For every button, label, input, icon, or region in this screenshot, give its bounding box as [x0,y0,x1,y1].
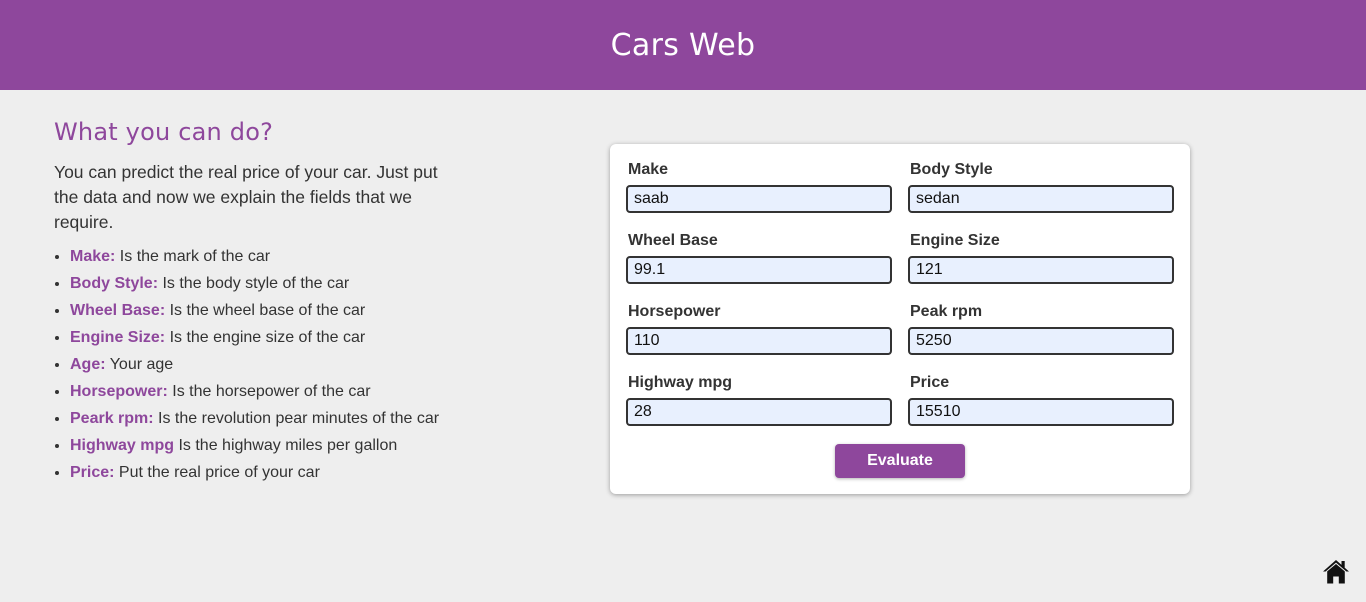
item-desc: Is the highway miles per gallon [174,437,398,454]
engine-size-field-group: Engine Size [908,231,1174,284]
item-term: Engine Size: [70,329,166,346]
highway-mpg-field-group: Highway mpg [626,373,892,426]
field-description-list: Make: Is the mark of the car Body Style:… [54,247,440,482]
item-term: Wheel Base: [70,302,166,319]
peak-rpm-field-group: Peak rpm [908,302,1174,355]
body-style-field-group: Body Style [908,160,1174,213]
list-item: Horsepower: Is the horsepower of the car [70,382,440,401]
info-intro: You can predict the real price of your c… [54,162,438,232]
item-term: Highway mpg [70,437,175,454]
list-item: Highway mpg Is the highway miles per gal… [70,436,440,455]
wheel-base-input[interactable] [626,256,892,284]
list-item: Price: Put the real price of your car [70,463,440,482]
make-label: Make [628,161,669,178]
wheel-base-field-group: Wheel Base [626,231,892,284]
peak-rpm-input[interactable] [908,327,1174,355]
list-item: Body Style: Is the body style of the car [70,274,440,293]
highway-mpg-label: Highway mpg [628,374,733,391]
page-title: Cars Web [610,27,756,63]
body-style-label: Body Style [910,161,993,178]
item-desc: Is the mark of the car [115,248,271,265]
home-icon[interactable] [1321,556,1351,586]
horsepower-label: Horsepower [628,303,721,320]
engine-size-label: Engine Size [910,232,1000,249]
item-term: Body Style: [70,275,159,292]
item-desc: Is the body style of the car [158,275,350,292]
highway-mpg-input[interactable] [626,398,892,426]
wheel-base-label: Wheel Base [628,232,718,249]
evaluate-button[interactable]: Evaluate [835,444,965,478]
item-term: Price: [70,464,115,481]
list-item: Engine Size: Is the engine size of the c… [70,328,440,347]
app-header: Cars Web [0,0,1366,90]
list-item: Make: Is the mark of the car [70,247,440,266]
item-desc: Is the horsepower of the car [167,383,371,400]
item-term: Horsepower: [70,383,168,400]
item-desc: Is the wheel base of the car [165,302,366,319]
list-item: Peark rpm: Is the revolution pear minute… [70,409,440,428]
peak-rpm-label: Peak rpm [910,303,983,320]
list-item: Age: Your age [70,355,440,374]
price-label: Price [910,374,950,391]
price-field-group: Price [908,373,1174,426]
body-style-input[interactable] [908,185,1174,213]
info-panel: What you can do? You can predict the rea… [54,118,454,490]
item-desc: Your age [105,356,174,373]
item-desc: Put the real price of your car [114,464,320,481]
item-term: Peark rpm: [70,410,154,427]
home-icon-graphic [1323,560,1349,584]
item-desc: Is the revolution pear minutes of the ca… [153,410,440,427]
prediction-form-card: Make Body Style Wheel Base Engine Size H… [610,144,1190,494]
horsepower-input[interactable] [626,327,892,355]
list-item: Wheel Base: Is the wheel base of the car [70,301,440,320]
horsepower-field-group: Horsepower [626,302,892,355]
make-field-group: Make [626,160,892,213]
info-heading: What you can do? [54,118,274,146]
make-input[interactable] [626,185,892,213]
item-term: Age: [70,356,106,373]
item-desc: Is the engine size of the car [165,329,366,346]
price-input[interactable] [908,398,1174,426]
engine-size-input[interactable] [908,256,1174,284]
item-term: Make: [70,248,116,265]
